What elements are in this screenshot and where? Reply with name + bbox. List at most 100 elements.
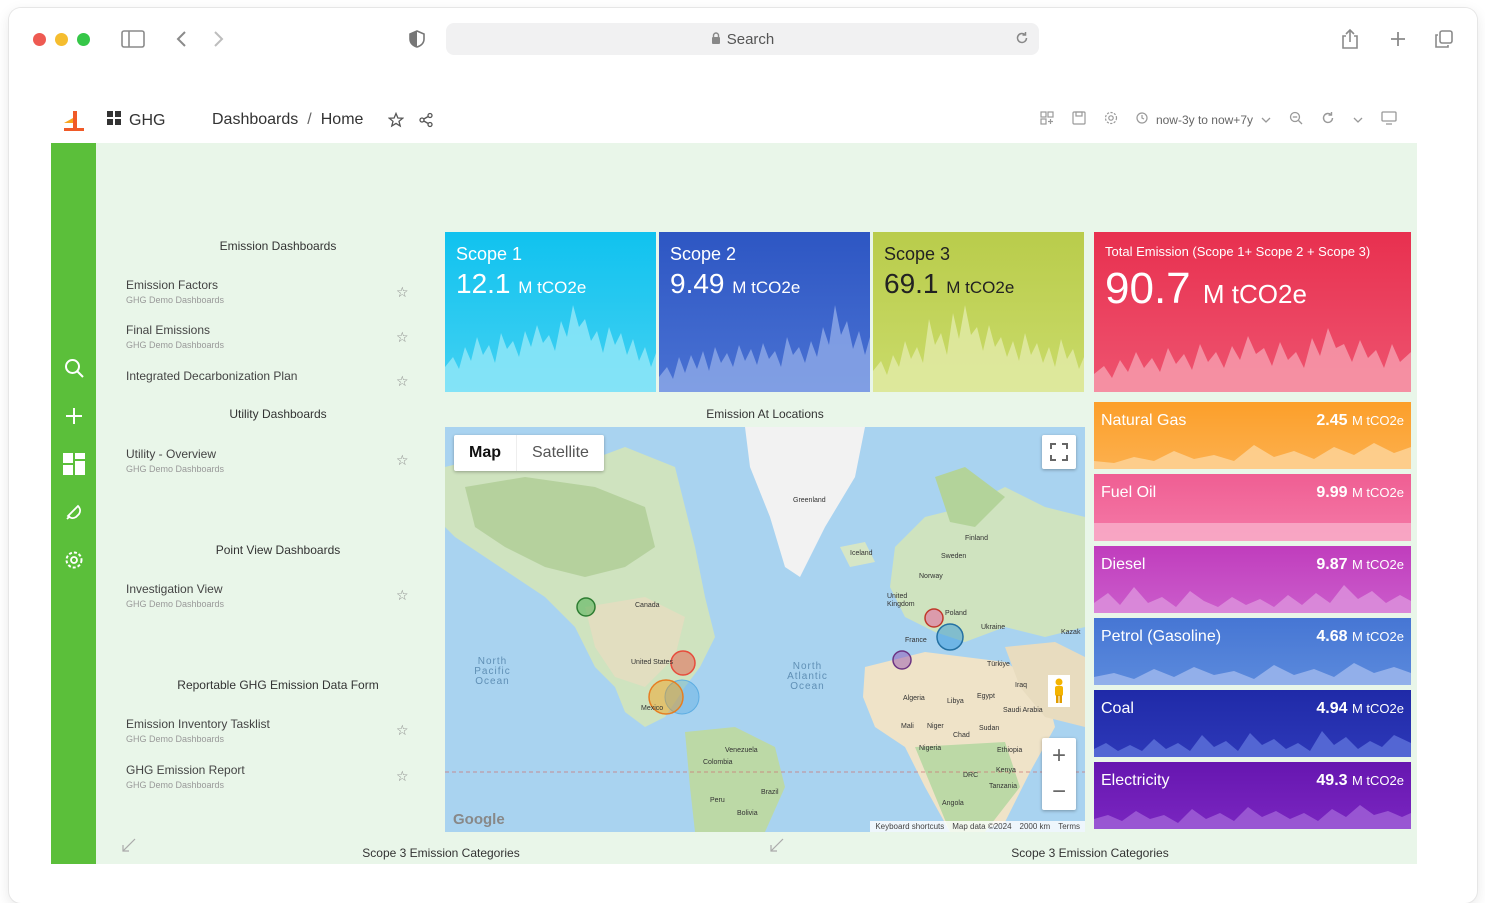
app-logo[interactable] — [51, 99, 96, 143]
stat-number: 4.68 — [1316, 628, 1348, 645]
fullscreen-icon[interactable] — [1042, 435, 1076, 469]
scope3-categories-right-title: Scope 3 Emission Categories — [1011, 846, 1169, 860]
map-attribution: Keyboard shortcuts Map data ©2024 2000 k… — [870, 821, 1085, 832]
map-label-turkiye: Türkiye — [987, 661, 1010, 668]
zoom-in-button[interactable]: + — [1042, 738, 1076, 774]
stat-value: 9.99 M tCO2e — [1316, 484, 1404, 502]
star-icon[interactable]: ☆ — [396, 588, 409, 602]
reload-icon[interactable] — [1015, 31, 1029, 49]
zoom-out-time-icon[interactable] — [1289, 111, 1303, 128]
star-icon[interactable]: ☆ — [396, 453, 409, 467]
map-label-sudan: Sudan — [979, 725, 1000, 732]
map-marker[interactable] — [576, 597, 596, 617]
natural-gas-stat-panel[interactable]: Natural Gas 2.45 M tCO2e — [1094, 402, 1411, 469]
stat-value: 9.87 M tCO2e — [1316, 556, 1404, 574]
sparkline — [1094, 523, 1411, 541]
dashboards-icon[interactable] — [61, 451, 86, 476]
time-range-picker[interactable]: now-3y to now+7y — [1136, 112, 1271, 127]
electricity-stat-panel[interactable]: Electricity 49.3 M tCO2e — [1094, 762, 1411, 829]
map-type-satellite-button[interactable]: Satellite — [516, 435, 604, 471]
browser-toolbar: Search — [9, 8, 1477, 70]
dashboard-link-final-emissions[interactable]: Final Emissions GHG Demo Dashboards — [126, 323, 416, 350]
dashboard-link-ghg-report[interactable]: GHG Emission Report GHG Demo Dashboards — [126, 763, 416, 790]
back-icon[interactable] — [171, 26, 191, 52]
app-home-link[interactable]: GHG — [107, 111, 165, 130]
fuel-oil-stat-panel[interactable]: Fuel Oil 9.99 M tCO2e — [1094, 474, 1411, 541]
dashboard-link-emission-factors[interactable]: Emission Factors GHG Demo Dashboards — [126, 278, 416, 305]
stat-value: 2.45 M tCO2e — [1316, 412, 1404, 430]
map-label-kazak: Kazak — [1061, 629, 1081, 636]
minimize-window-button[interactable] — [55, 33, 68, 46]
map-marker[interactable] — [924, 608, 944, 628]
star-icon[interactable]: ☆ — [396, 330, 409, 344]
dashboard-link-integrated-plan[interactable]: Integrated Decarbonization Plan — [126, 369, 416, 383]
coal-stat-panel[interactable]: Coal 4.94 M tCO2e — [1094, 690, 1411, 757]
sparkline — [1094, 805, 1411, 829]
search-icon[interactable] — [61, 355, 86, 380]
sidebar-toggle-icon[interactable] — [119, 26, 147, 52]
map-label-poland: Poland — [945, 610, 967, 617]
star-icon[interactable]: ☆ — [396, 285, 409, 299]
scope2-stat-panel[interactable]: Scope 2 9.49 M tCO2e — [659, 232, 870, 392]
forward-icon[interactable] — [209, 26, 229, 52]
maximize-window-button[interactable] — [77, 33, 90, 46]
total-emission-stat-panel[interactable]: Total Emission (Scope 1+ Scope 2 + Scope… — [1094, 232, 1411, 392]
dashboard-link-investigation-view[interactable]: Investigation View GHG Demo Dashboards — [126, 582, 416, 609]
address-bar[interactable]: Search — [446, 23, 1039, 55]
map-marker[interactable] — [892, 650, 912, 670]
star-icon[interactable]: ☆ — [396, 723, 409, 737]
stat-label: Scope 2 — [670, 244, 737, 264]
stat-number: 49.3 — [1316, 772, 1348, 789]
refresh-icon[interactable] — [1321, 111, 1335, 128]
map-marker[interactable] — [670, 650, 696, 676]
terms-link[interactable]: Terms — [1058, 822, 1080, 831]
petrol-stat-panel[interactable]: Petrol (Gasoline) 4.68 M tCO2e — [1094, 618, 1411, 685]
street-view-pegman-icon[interactable] — [1048, 675, 1070, 707]
save-icon[interactable] — [1072, 111, 1086, 128]
dashboard-folder: GHG Demo Dashboards — [126, 780, 225, 790]
scope3-categories-left-title: Scope 3 Emission Categories — [362, 846, 520, 860]
alerting-bell-icon[interactable] — [61, 499, 86, 524]
dashboard-link-inventory-tasklist[interactable]: Emission Inventory Tasklist GHG Demo Das… — [126, 717, 416, 744]
dashboard-title: Emission Factors — [126, 278, 219, 292]
dashboard-link-utility-overview[interactable]: Utility - Overview GHG Demo Dashboards — [126, 447, 416, 474]
stat-value: 49.3 M tCO2e — [1316, 772, 1404, 790]
map-label-ethiopia: Ethiopia — [997, 747, 1023, 754]
scope3-stat-panel[interactable]: Scope 3 69.1 M tCO2e — [873, 232, 1084, 392]
refresh-interval-chevron-icon[interactable] — [1353, 113, 1363, 127]
sparkline — [1094, 443, 1411, 469]
zoom-out-button[interactable]: − — [1042, 774, 1076, 810]
share-dashboard-icon[interactable] — [418, 112, 434, 133]
map-label-algeria: Algeria — [903, 695, 925, 702]
settings-gear-icon[interactable] — [1104, 111, 1118, 128]
stat-value: 4.94 M tCO2e — [1316, 700, 1404, 718]
new-tab-icon[interactable] — [1387, 26, 1409, 52]
favorite-star-icon[interactable] — [387, 111, 405, 133]
add-panel-icon[interactable] — [1040, 111, 1054, 128]
breadcrumb-home[interactable]: Home — [321, 111, 364, 129]
diesel-stat-panel[interactable]: Diesel 9.87 M tCO2e — [1094, 546, 1411, 613]
emission-map[interactable]: Greenland Iceland Finland Sweden Norway … — [445, 427, 1085, 832]
map-label-libya: Libya — [947, 698, 964, 705]
share-icon[interactable] — [1339, 26, 1361, 52]
map-type-toggle: Map Satellite — [454, 435, 604, 471]
close-window-button[interactable] — [33, 33, 46, 46]
tab-overview-icon[interactable] — [1433, 26, 1455, 52]
star-icon[interactable]: ☆ — [396, 374, 409, 388]
breadcrumb-dashboards[interactable]: Dashboards — [212, 111, 298, 129]
map-type-map-button[interactable]: Map — [454, 435, 516, 471]
lock-icon — [711, 31, 721, 48]
panel-resize-icon[interactable] — [769, 837, 787, 855]
scope1-stat-panel[interactable]: Scope 1 12.1 M tCO2e — [445, 232, 656, 392]
panel-resize-icon[interactable] — [121, 837, 139, 855]
map-label-peru: Peru — [710, 797, 725, 804]
keyboard-shortcuts-link[interactable]: Keyboard shortcuts — [875, 822, 944, 831]
map-marker[interactable] — [936, 623, 964, 651]
privacy-shield-icon[interactable] — [407, 26, 427, 52]
star-icon[interactable]: ☆ — [396, 769, 409, 783]
tv-mode-icon[interactable] — [1381, 111, 1397, 128]
configuration-gear-icon[interactable] — [61, 547, 86, 572]
stat-label: Natural Gas — [1101, 412, 1187, 429]
create-plus-icon[interactable] — [61, 403, 86, 428]
stat-unit: M tCO2e — [1351, 701, 1404, 716]
